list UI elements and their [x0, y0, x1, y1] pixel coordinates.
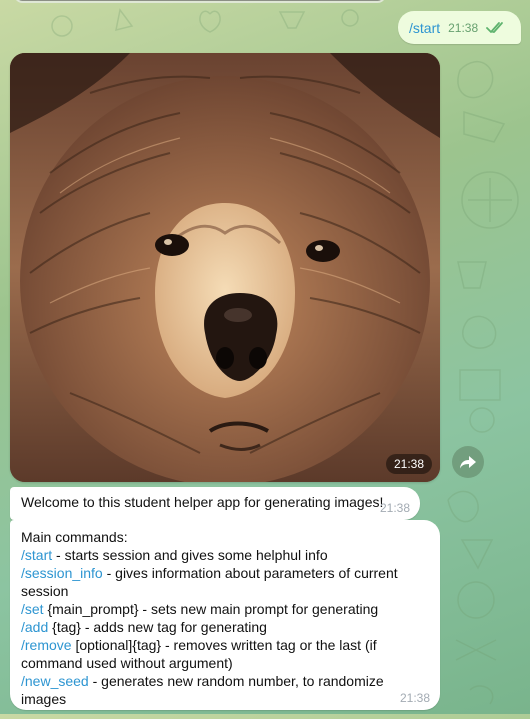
outgoing-message-text: /start — [409, 19, 441, 36]
welcome-message-text: Welcome to this student helper app for g… — [21, 494, 384, 510]
command-line-remove: /remove [optional]{tag} - removes writte… — [21, 636, 430, 672]
bear-photo-message[interactable]: 21:38 — [10, 53, 440, 482]
command-description: [optional]{tag} - removes written tag or… — [21, 637, 377, 671]
command-description: {main_prompt} - sets new main prompt for… — [43, 601, 379, 617]
command-link-start[interactable]: /start — [21, 547, 52, 563]
double-check-icon — [486, 21, 504, 33]
command-description: {tag} - adds new tag for generating — [48, 619, 267, 635]
command-description: - starts session and gives some helphul … — [52, 547, 328, 563]
commands-title: Main commands: — [21, 529, 128, 545]
command-link-set[interactable]: /set — [21, 601, 44, 617]
forward-icon — [460, 456, 476, 469]
command-link-session-info[interactable]: /session_info — [21, 565, 103, 581]
outgoing-message-start[interactable]: /start 21:38 — [398, 11, 521, 44]
command-line-add: /add {tag} - adds new tag for generating — [21, 618, 430, 636]
outgoing-message-time: 21:38 — [448, 20, 479, 35]
command-link-add[interactable]: /add — [21, 619, 48, 635]
command-line-session-info: /session_info - gives information about … — [21, 564, 430, 600]
commands-message-time: 21:38 — [399, 691, 430, 705]
command-line-start: /start - starts session and gives some h… — [21, 546, 430, 564]
bear-image — [10, 53, 440, 482]
command-link-remove[interactable]: /remove — [21, 637, 72, 653]
welcome-message-time: 21:38 — [379, 501, 410, 515]
command-line-set: /set {main_prompt} - sets new main promp… — [21, 600, 430, 618]
forward-button[interactable] — [452, 446, 484, 478]
welcome-message[interactable]: Welcome to this student helper app for g… — [10, 487, 420, 520]
command-line-new-seed: /new_seed - generates new random number,… — [21, 672, 430, 708]
photo-message-time: 21:38 — [385, 454, 432, 474]
previous-message-fragment — [14, 0, 386, 3]
command-link-new-seed[interactable]: /new_seed — [21, 673, 89, 689]
commands-message[interactable]: Main commands: /start - starts session a… — [10, 520, 440, 710]
